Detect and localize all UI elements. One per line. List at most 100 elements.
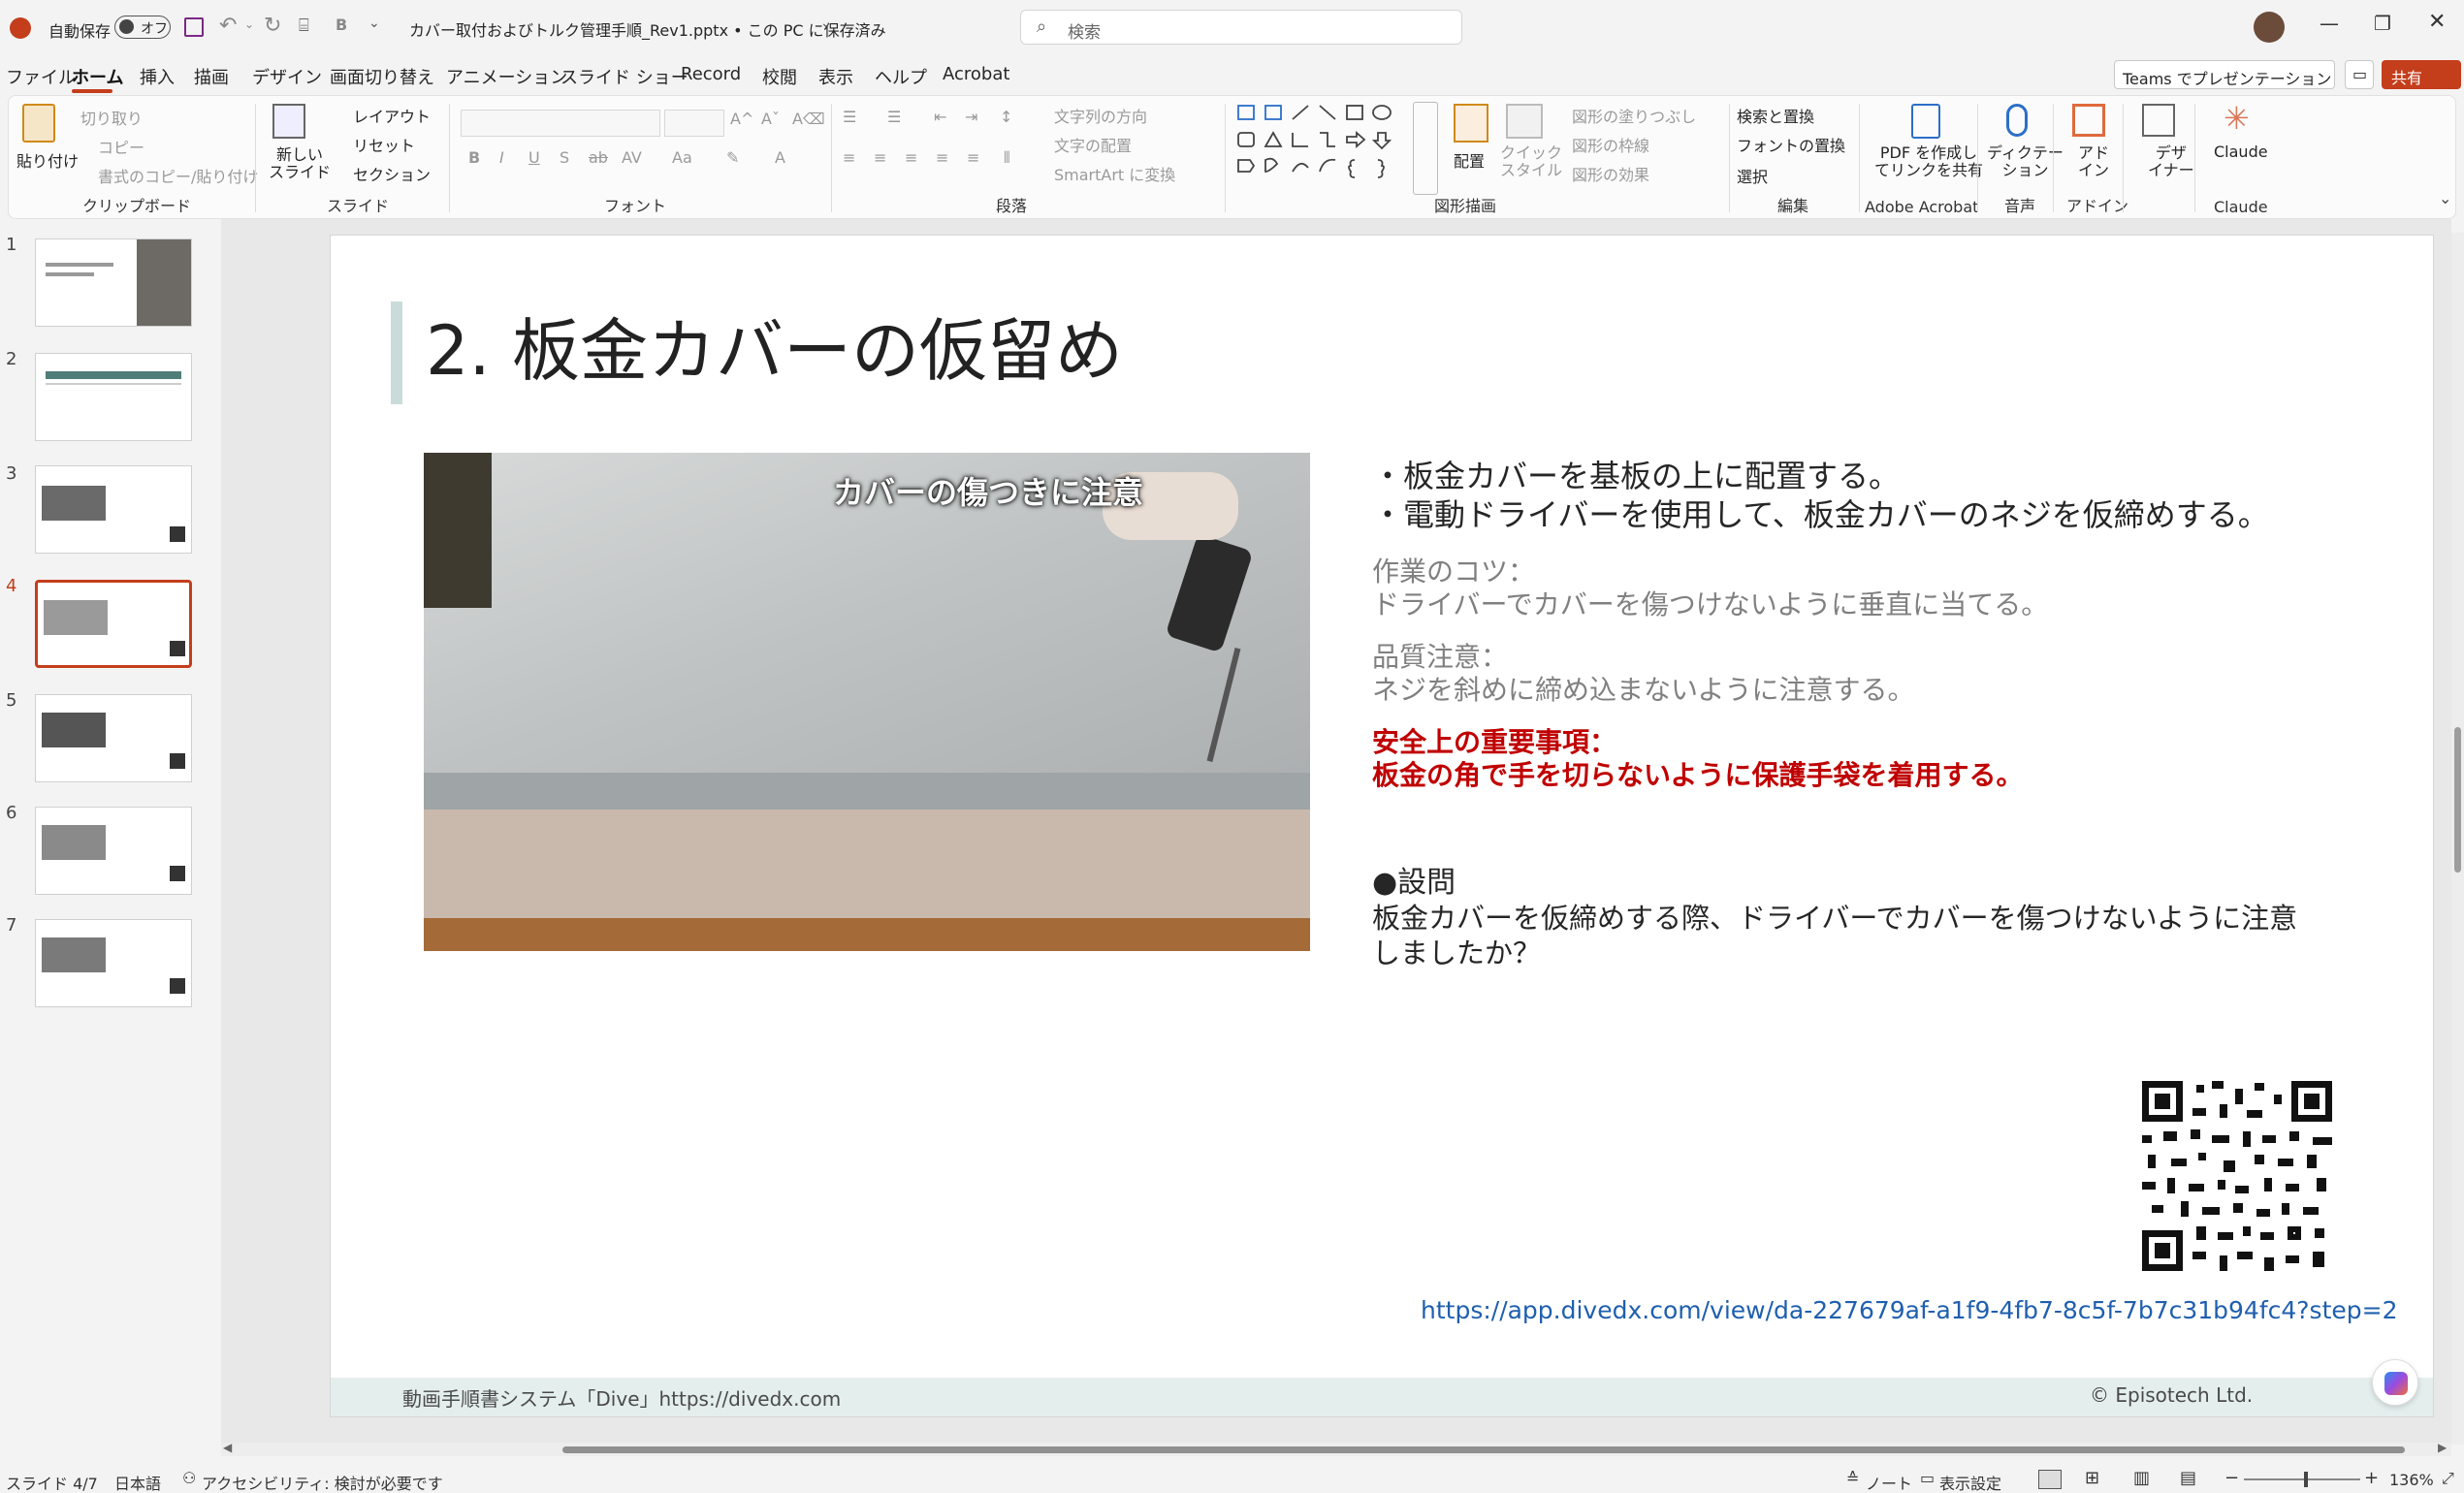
bold-quick-icon[interactable]: B: [336, 16, 347, 34]
zoom-slider-thumb[interactable]: [2304, 1472, 2308, 1487]
paste-button[interactable]: 貼り付け: [16, 148, 79, 172]
close-icon[interactable]: ✕: [2428, 10, 2446, 34]
tab-insert[interactable]: 挿入: [140, 64, 175, 89]
tab-acrobat[interactable]: Acrobat: [943, 64, 1009, 84]
share-button[interactable]: 共有: [2382, 60, 2461, 89]
tip-heading[interactable]: 作業のコツ：: [1372, 556, 1535, 588]
pdf-share-icon[interactable]: [1911, 104, 1940, 139]
shape-outline-button[interactable]: 図形の枠線: [1572, 133, 1649, 156]
tab-slideshow[interactable]: スライド ショー: [560, 64, 688, 89]
search-box[interactable]: ⌕ 検索: [1020, 10, 1462, 45]
addins-icon[interactable]: [2072, 104, 2105, 137]
shrink-font-icon[interactable]: Aˇ: [761, 110, 780, 128]
tab-view[interactable]: 表示: [818, 64, 853, 89]
increase-indent-icon[interactable]: ⇥: [965, 108, 977, 126]
arrange-button[interactable]: 配置: [1454, 148, 1485, 172]
teams-present-button[interactable]: Teams でプレゼンテーション: [2114, 60, 2335, 89]
slide-thumbnail-7[interactable]: [35, 919, 192, 1007]
designer-icon[interactable]: [2142, 104, 2175, 137]
ribbon-collapse-icon[interactable]: ⌄: [2439, 189, 2451, 207]
redo-icon[interactable]: ↻: [264, 14, 281, 38]
bullet-2[interactable]: ・電動ドライバーを使用して、板金カバーのネジを仮締めする。: [1372, 495, 2269, 534]
layout-button[interactable]: レイアウト: [353, 104, 431, 127]
customize-qat-icon[interactable]: ⌄: [368, 16, 380, 31]
justify-icon[interactable]: ≡: [936, 148, 948, 167]
copy-button[interactable]: コピー: [98, 135, 144, 158]
tab-transitions[interactable]: 画面切り替え: [330, 64, 434, 89]
font-color-icon[interactable]: A: [775, 148, 785, 167]
bold-icon[interactable]: B: [468, 148, 480, 167]
clear-formatting-icon[interactable]: A⌫: [792, 110, 825, 128]
question-line-1[interactable]: 板金カバーを仮締めする際、ドライバーでカバーを傷つけないように注意: [1372, 901, 2297, 936]
qr-code[interactable]: [2142, 1081, 2332, 1271]
undo-icon[interactable]: ↶: [219, 14, 237, 38]
quick-styles-button[interactable]: クイック スタイル: [1500, 144, 1562, 179]
tab-record[interactable]: Record: [681, 64, 741, 84]
dive-link[interactable]: https://app.divedx.com/view/da-227679af-…: [1421, 1296, 2397, 1324]
slide-thumbnail-2[interactable]: [35, 353, 192, 441]
new-slide-button[interactable]: 新しい スライド: [269, 146, 331, 181]
scroll-right-icon[interactable]: ▶: [2438, 1441, 2447, 1454]
strikethrough-icon[interactable]: ab: [589, 148, 608, 167]
align-center-icon[interactable]: ≡: [874, 148, 886, 167]
tab-file[interactable]: ファイル: [6, 64, 76, 89]
question-line-2[interactable]: しましたか？: [1372, 936, 1541, 970]
align-left-icon[interactable]: ≡: [843, 148, 855, 167]
microphone-icon[interactable]: [2006, 104, 2028, 137]
slide-title[interactable]: 2. 板金カバーの仮留め: [426, 307, 1123, 395]
slide-thumbnail-5[interactable]: [35, 694, 192, 782]
font-size-select[interactable]: [664, 110, 724, 137]
quality-text[interactable]: ネジを斜めに締め込まないように注意する。: [1372, 674, 1914, 707]
slide-sorter-icon[interactable]: ⊞: [2085, 1468, 2099, 1488]
find-replace-button[interactable]: 検索と置換: [1737, 104, 1814, 127]
slide-thumbnail-6[interactable]: [35, 807, 192, 895]
bullet-1[interactable]: ・板金カバーを基板の上に配置する。: [1372, 457, 1900, 495]
shape-fill-button[interactable]: 図形の塗りつぶし: [1572, 104, 1696, 127]
align-text-button[interactable]: 文字の配置: [1054, 133, 1132, 156]
shadow-icon[interactable]: S: [560, 148, 569, 167]
align-right-icon[interactable]: ≡: [905, 148, 917, 167]
claude-button[interactable]: Claude: [2214, 143, 2268, 161]
numbering-icon[interactable]: ☰: [887, 108, 901, 126]
save-icon[interactable]: [184, 17, 204, 37]
section-button[interactable]: セクション: [353, 162, 431, 185]
avatar[interactable]: [2254, 12, 2285, 43]
shapes-more-button[interactable]: [1413, 102, 1438, 195]
question-heading[interactable]: ●設問: [1372, 866, 1456, 901]
quick-styles-icon[interactable]: [1506, 104, 1543, 139]
tab-draw[interactable]: 描画: [194, 64, 229, 89]
tip-text[interactable]: ドライバーでカバーを傷つけないように垂直に当てる。: [1372, 588, 2048, 621]
format-painter-button[interactable]: 書式のコピー/貼り付け: [98, 164, 258, 187]
text-direction-button[interactable]: 文字列の方向: [1054, 104, 1147, 127]
new-slide-icon[interactable]: [272, 104, 305, 139]
zoom-in-icon[interactable]: +: [2364, 1468, 2379, 1488]
autosave-toggle[interactable]: オフ: [114, 16, 171, 39]
safety-text[interactable]: 板金の角で手を切らないように保護手袋を着用する。: [1372, 759, 2023, 792]
slide-thumbnail-4-active[interactable]: [35, 580, 192, 668]
zoom-out-icon[interactable]: −: [2224, 1468, 2239, 1488]
quality-heading[interactable]: 品質注意：: [1372, 641, 1508, 674]
char-spacing-icon[interactable]: AV: [622, 148, 642, 167]
shapes-gallery[interactable]: [1234, 102, 1405, 183]
vertical-scrollbar[interactable]: [2451, 233, 2464, 1445]
safety-heading[interactable]: 安全上の重要事項：: [1372, 726, 1616, 759]
file-title-chevron-icon[interactable]: ⌄: [820, 16, 832, 31]
tab-animations[interactable]: アニメーション: [446, 64, 567, 89]
tab-review[interactable]: 校閲: [762, 64, 797, 89]
zoom-level[interactable]: 136%: [2389, 1471, 2434, 1489]
horizontal-scrollbar[interactable]: ◀ ▶: [221, 1441, 2451, 1456]
italic-icon[interactable]: I: [499, 148, 504, 167]
line-spacing-icon[interactable]: ↕: [1000, 108, 1012, 126]
minimize-icon[interactable]: —: [2320, 12, 2339, 35]
tab-design[interactable]: デザイン: [252, 64, 322, 89]
reset-button[interactable]: リセット: [353, 133, 415, 156]
columns-icon[interactable]: ⫴: [1004, 148, 1010, 168]
distributed-icon[interactable]: ≡: [967, 148, 979, 167]
language-indicator[interactable]: 日本語: [114, 1471, 161, 1493]
bullets-icon[interactable]: ☰: [843, 108, 856, 126]
replace-fonts-button[interactable]: フォントの置換: [1737, 133, 1845, 156]
reading-view-icon[interactable]: ▥: [2133, 1468, 2150, 1488]
smartart-button[interactable]: SmartArt に変換: [1054, 162, 1175, 185]
slideshow-icon[interactable]: ▤: [2180, 1468, 2196, 1488]
accessibility-status[interactable]: アクセシビリティ: 検討が必要です: [202, 1471, 443, 1493]
